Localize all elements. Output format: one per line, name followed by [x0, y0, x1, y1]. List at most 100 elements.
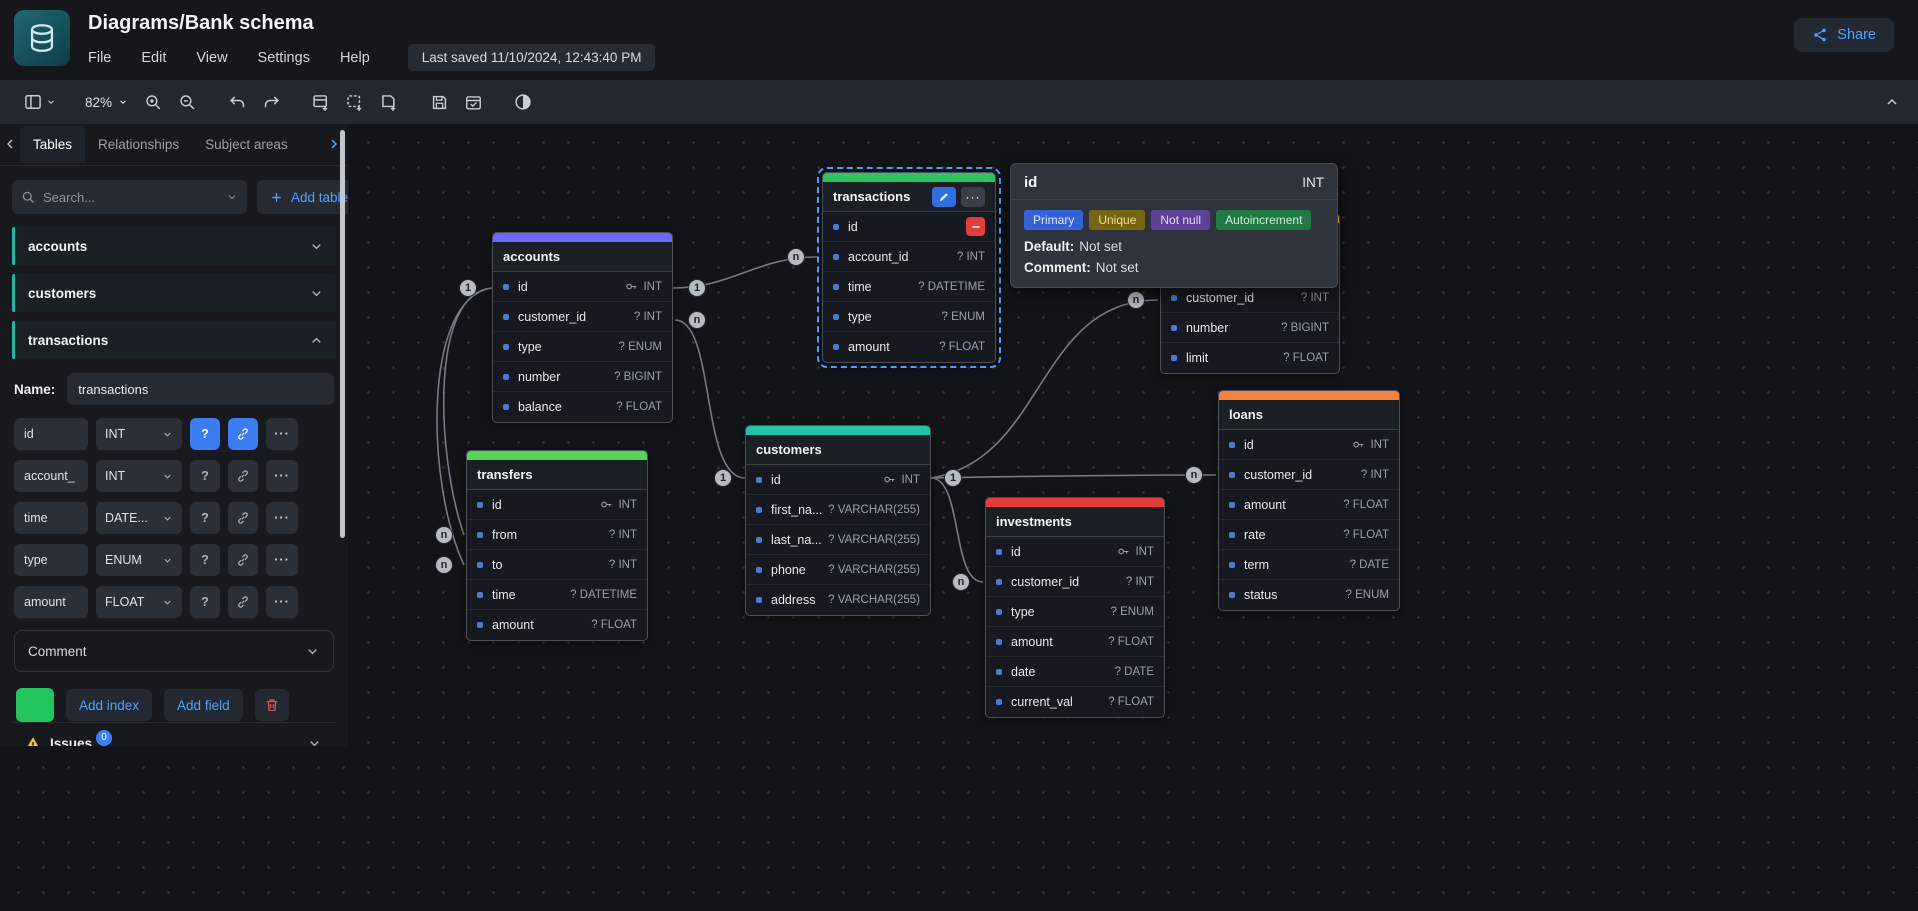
field-nullable-toggle[interactable]: ?: [190, 460, 220, 492]
field-name-input[interactable]: account_: [14, 460, 88, 492]
table-field-row[interactable]: idINT: [467, 490, 647, 520]
table-field-row[interactable]: customer_id? INT: [986, 567, 1164, 597]
diagram-table-loans[interactable]: loansidINTcustomer_id? INTamount? FLOATr…: [1218, 390, 1400, 611]
table-more-button[interactable]: ···: [961, 187, 985, 207]
save-button[interactable]: [422, 86, 456, 118]
field-type-select[interactable]: INT: [96, 418, 182, 450]
field-primary-key-toggle[interactable]: [228, 418, 258, 450]
field-primary-key-toggle[interactable]: [228, 460, 258, 492]
search-input[interactable]: [43, 190, 219, 205]
table-field-row[interactable]: customer_id? INT: [493, 302, 672, 332]
table-field-row[interactable]: type? ENUM: [493, 332, 672, 362]
table-name-input[interactable]: [67, 373, 334, 405]
comment-section[interactable]: Comment: [14, 630, 334, 672]
table-header[interactable]: investments: [986, 507, 1164, 537]
diagram-table-transfers[interactable]: transfersidINTfrom? INTto? INTtime? DATE…: [466, 450, 648, 641]
chevron-down-icon[interactable]: [307, 736, 322, 746]
field-nullable-toggle[interactable]: ?: [190, 544, 220, 576]
table-field-row[interactable]: phone? VARCHAR(255): [746, 555, 930, 585]
table-field-row[interactable]: time? DATETIME: [467, 580, 647, 610]
field-type-select[interactable]: ENUM: [96, 544, 182, 576]
share-button[interactable]: Share: [1794, 18, 1894, 52]
add-field-button[interactable]: Add field: [164, 689, 243, 721]
table-field-row[interactable]: idINT: [746, 465, 930, 495]
theme-contrast-button[interactable]: [506, 86, 540, 118]
tab-subject-areas[interactable]: Subject areas: [192, 126, 288, 163]
table-field-row[interactable]: address? VARCHAR(255): [746, 585, 930, 615]
table-field-row[interactable]: amount? FLOAT: [823, 332, 995, 362]
field-more-button[interactable]: ···: [266, 586, 298, 618]
delete-table-button[interactable]: [255, 689, 289, 721]
field-primary-key-toggle[interactable]: [228, 502, 258, 534]
diagram-table-investments[interactable]: investmentsidINTcustomer_id? INTtype? EN…: [985, 497, 1165, 718]
zoom-in-button[interactable]: [136, 86, 170, 118]
table-header[interactable]: customers: [746, 435, 930, 465]
table-field-row[interactable]: rate? FLOAT: [1219, 520, 1399, 550]
table-header[interactable]: accounts: [493, 242, 672, 272]
sidebar-item-transactions[interactable]: transactions: [12, 321, 336, 359]
table-field-row[interactable]: balance? FLOAT: [493, 392, 672, 422]
table-field-row[interactable]: date? DATE: [986, 657, 1164, 687]
table-field-row[interactable]: status? ENUM: [1219, 580, 1399, 610]
menu-edit[interactable]: Edit: [141, 50, 166, 66]
sidebar-scrollbar[interactable]: [340, 130, 345, 538]
table-field-row[interactable]: first_na...? VARCHAR(255): [746, 495, 930, 525]
table-field-row[interactable]: limit? FLOAT: [1161, 343, 1339, 373]
add-area-button[interactable]: [338, 86, 372, 118]
menu-settings[interactable]: Settings: [258, 50, 310, 66]
table-header[interactable]: transfers: [467, 460, 647, 490]
field-name-input[interactable]: time: [14, 502, 88, 534]
table-field-row[interactable]: type? ENUM: [823, 302, 995, 332]
field-name-input[interactable]: amount: [14, 586, 88, 618]
table-field-row[interactable]: number? BIGINT: [493, 362, 672, 392]
sidebar-item-customers[interactable]: customers: [12, 274, 336, 312]
diagram-table-customers[interactable]: customersidINTfirst_na...? VARCHAR(255)l…: [745, 425, 931, 616]
undo-button[interactable]: [220, 86, 254, 118]
diagram-table-transactions[interactable]: transactions···idaccount_id? INTtime? DA…: [822, 172, 996, 363]
tabs-scroll-left-icon[interactable]: [2, 136, 18, 152]
todo-checklist-button[interactable]: [456, 86, 490, 118]
menu-file[interactable]: File: [88, 50, 111, 66]
chevron-down-icon[interactable]: [309, 239, 324, 254]
tab-relationships[interactable]: Relationships: [85, 126, 192, 163]
table-field-row[interactable]: time? DATETIME: [823, 272, 995, 302]
add-index-button[interactable]: Add index: [66, 689, 152, 721]
table-color-swatch[interactable]: [16, 688, 54, 722]
zoom-level-select[interactable]: 82%: [77, 95, 136, 110]
menu-help[interactable]: Help: [340, 50, 370, 66]
field-name-input[interactable]: type: [14, 544, 88, 576]
field-type-select[interactable]: INT: [96, 460, 182, 492]
field-nullable-toggle[interactable]: ?: [190, 586, 220, 618]
table-field-row[interactable]: idINT: [1219, 430, 1399, 460]
chevron-down-icon[interactable]: [309, 286, 324, 301]
field-more-button[interactable]: ···: [266, 418, 298, 450]
table-field-row[interactable]: to? INT: [467, 550, 647, 580]
table-header[interactable]: loans: [1219, 400, 1399, 430]
table-search[interactable]: [12, 180, 247, 214]
tab-tables[interactable]: Tables: [20, 126, 85, 163]
field-nullable-toggle[interactable]: ?: [190, 418, 220, 450]
field-primary-key-toggle[interactable]: [228, 586, 258, 618]
redo-button[interactable]: [254, 86, 288, 118]
collapse-header-button[interactable]: [1884, 94, 1900, 110]
table-field-row[interactable]: amount? FLOAT: [1219, 490, 1399, 520]
table-field-row[interactable]: customer_id? INT: [1219, 460, 1399, 490]
field-more-button[interactable]: ···: [266, 460, 298, 492]
diagram-table-accounts[interactable]: accountsidINTcustomer_id? INTtype? ENUMn…: [492, 232, 673, 423]
zoom-out-button[interactable]: [170, 86, 204, 118]
sidebar-item-accounts[interactable]: accounts: [12, 227, 336, 265]
table-field-row[interactable]: account_id? INT: [823, 242, 995, 272]
table-field-row[interactable]: id: [823, 212, 995, 242]
field-nullable-toggle[interactable]: ?: [190, 502, 220, 534]
issues-bar[interactable]: Issues 0: [12, 722, 336, 746]
table-field-row[interactable]: number? BIGINT: [1161, 313, 1339, 343]
table-field-row[interactable]: amount? FLOAT: [467, 610, 647, 640]
table-field-row[interactable]: last_na...? VARCHAR(255): [746, 525, 930, 555]
menu-view[interactable]: View: [196, 50, 227, 66]
add-table-button[interactable]: [304, 86, 338, 118]
delete-field-button[interactable]: [966, 217, 985, 236]
chevron-up-icon[interactable]: [309, 333, 324, 348]
field-name-input[interactable]: id: [14, 418, 88, 450]
field-type-select[interactable]: DATE...: [96, 502, 182, 534]
table-field-row[interactable]: term? DATE: [1219, 550, 1399, 580]
